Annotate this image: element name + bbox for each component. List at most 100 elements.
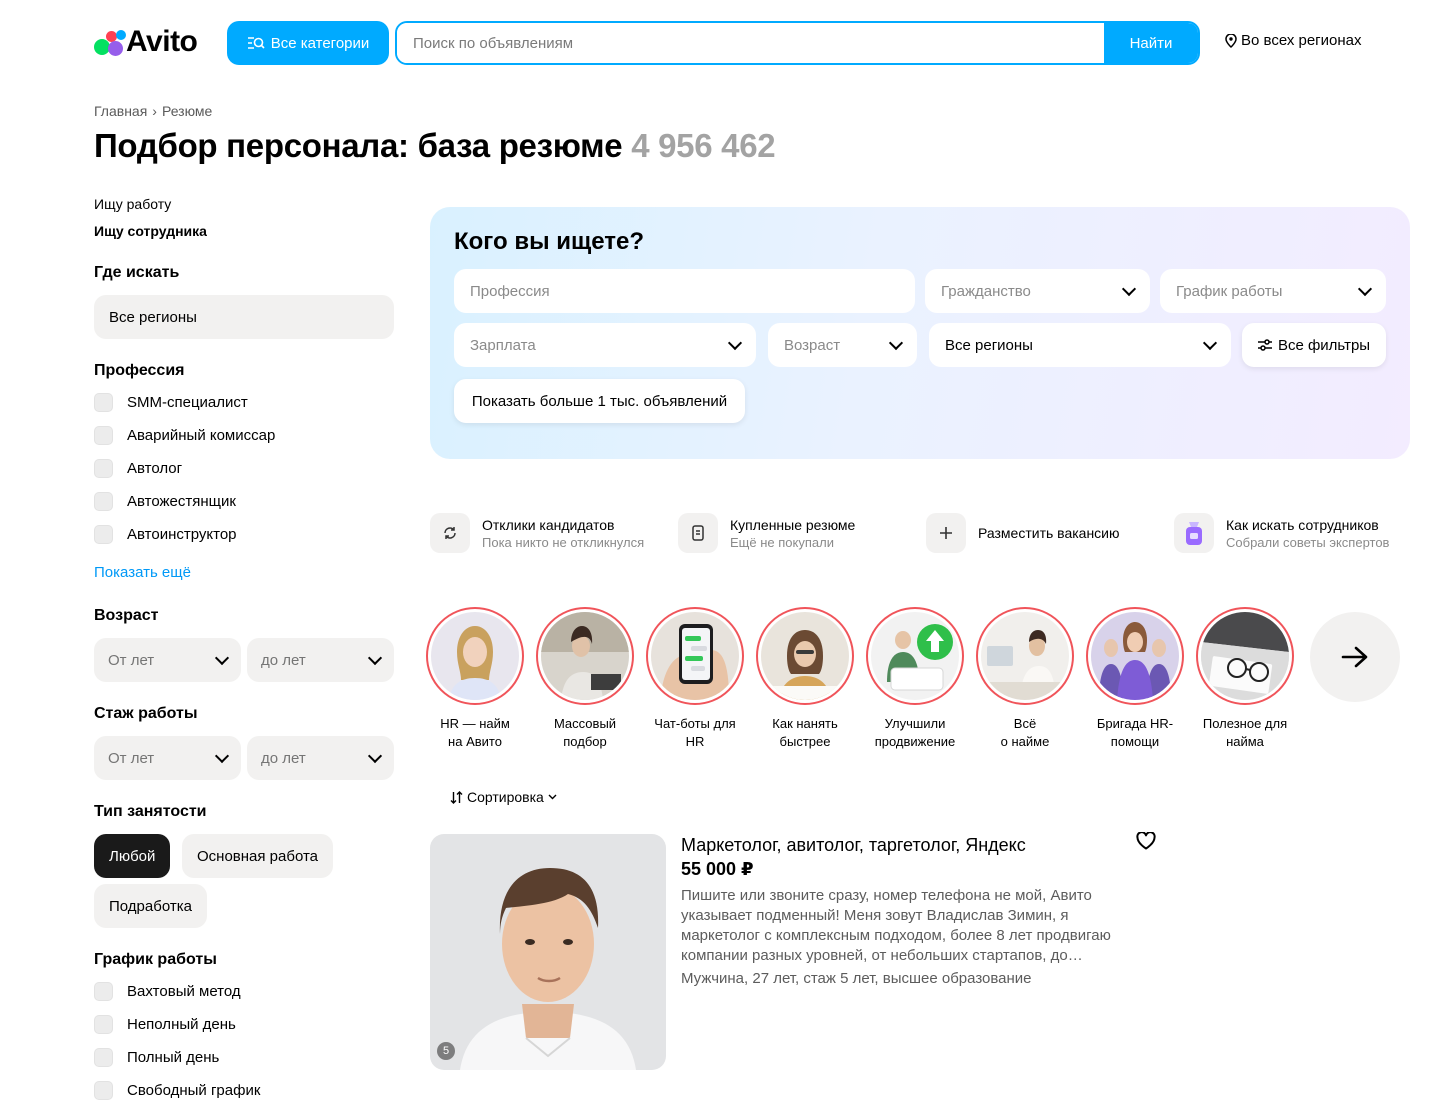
story-ring (756, 607, 854, 705)
breadcrumb-resume[interactable]: Резюме (162, 103, 212, 119)
all-categories-button[interactable]: Все категории (227, 21, 389, 65)
breadcrumb-home[interactable]: Главная (94, 103, 147, 119)
quick-action-post-vacancy[interactable]: Разместить вакансию (926, 513, 1120, 553)
logo-dots-icon (94, 27, 126, 57)
profession-label: Автоинструктор (127, 526, 237, 543)
region-selector[interactable]: Во всех регионах (1225, 32, 1362, 49)
checkbox[interactable] (94, 459, 113, 478)
experience-to-select[interactable]: до лет (247, 736, 394, 780)
profession-checkbox-instructor[interactable]: Автоинструктор (94, 525, 237, 544)
show-more-link[interactable]: Показать ещё (94, 564, 191, 581)
story-thumbnail (761, 612, 849, 700)
experience-from-label: От лет (108, 749, 155, 767)
stories-next-button[interactable] (1310, 612, 1400, 702)
breadcrumb: Главная › Резюме (94, 103, 212, 119)
qa-title: Купленные резюме (730, 516, 856, 533)
refresh-icon (430, 513, 470, 553)
badge-icon (1174, 513, 1214, 553)
sort-dropdown[interactable]: Сортировка (450, 789, 557, 805)
checkbox[interactable] (94, 1081, 113, 1100)
profession-checkbox-avitolog[interactable]: Автолог (94, 459, 182, 478)
story-about-hiring[interactable]: Всё о найме (976, 607, 1074, 751)
qa-title: Как искать сотрудников (1226, 516, 1379, 533)
experience-to-label: до лет (261, 749, 306, 767)
story-hr-brigade[interactable]: Бригада HR-помощи (1086, 607, 1184, 751)
story-hire-faster[interactable]: Как нанять быстрее (756, 607, 854, 751)
story-promotion-improved[interactable]: Улучшили продвижение (866, 607, 964, 751)
employment-chip-any[interactable]: Любой (94, 834, 171, 878)
page-title: Подбор персонала: база резюме 4 956 462 (94, 127, 776, 165)
chevron-down-icon (888, 335, 904, 350)
schedule-checkbox-shift[interactable]: Вахтовый метод (94, 982, 241, 1001)
schedule-label: Полный день (127, 1049, 220, 1066)
schedule-label: Неполный день (127, 1016, 236, 1033)
search-input[interactable] (397, 23, 1104, 63)
qa-title: Разместить вакансию (978, 525, 1120, 541)
age-title: Возраст (94, 607, 159, 624)
search-button[interactable]: Найти (1104, 23, 1198, 63)
checkbox[interactable] (94, 982, 113, 1001)
schedule-checkbox-flexible[interactable]: Свободный график (94, 1081, 260, 1100)
profession-checkbox-tinsmith[interactable]: Автожестянщик (94, 492, 236, 511)
schedule-checkbox-partial[interactable]: Неполный день (94, 1015, 236, 1034)
experience-title: Стаж работы (94, 705, 198, 722)
qa-subtitle: Пока никто не откликнулся (482, 534, 645, 550)
mode-looking-for-job[interactable]: Ищу работу (94, 196, 171, 212)
employment-chip-parttime[interactable]: Подработка (94, 884, 207, 928)
story-ring (646, 607, 744, 705)
profession-checkbox-smm[interactable]: SMM-специалист (94, 393, 248, 412)
experience-from-select[interactable]: От лет (94, 736, 241, 780)
chevron-down-icon (214, 650, 230, 665)
region-label: Во всех регионах (1241, 32, 1362, 49)
quick-action-responses[interactable]: Отклики кандидатов Пока никто не откликну… (430, 513, 644, 553)
schedule-select[interactable]: График работы (1160, 269, 1386, 313)
citizenship-select[interactable]: Гражданство (925, 269, 1150, 313)
story-label: Всё о найме (1000, 716, 1050, 749)
quick-action-bought[interactable]: Купленные резюме Ещё не покупали (678, 513, 855, 553)
avito-logo[interactable]: Avito (94, 25, 198, 59)
employment-chip-main[interactable]: Основная работа (182, 834, 334, 878)
filters-icon (1257, 339, 1272, 351)
age-to-select[interactable]: до лет (247, 638, 394, 682)
story-hr-hiring[interactable]: HR — найм на Авито (426, 607, 524, 751)
profession-checkbox-emergency[interactable]: Аварийный комиссар (94, 426, 275, 445)
mode-looking-for-employee[interactable]: Ищу сотрудника (94, 223, 207, 239)
chevron-down-icon (214, 748, 230, 763)
schedule-checkbox-full[interactable]: Полный день (94, 1048, 219, 1067)
hero-title: Кого вы ищете? (454, 228, 645, 255)
checkbox[interactable] (94, 1048, 113, 1067)
story-mass-hiring[interactable]: Массовый подбор (536, 607, 634, 751)
story-label: Как нанять быстрее (772, 716, 838, 749)
checkbox[interactable] (94, 1015, 113, 1034)
all-filters-button[interactable]: Все фильтры (1242, 323, 1386, 367)
where-select[interactable]: Все регионы (94, 295, 394, 339)
checkbox[interactable] (94, 492, 113, 511)
listing-title[interactable]: Маркетолог, авитолог, таргетолог, Яндекс (681, 835, 1026, 856)
story-useful-for-hiring[interactable]: Полезное для найма (1196, 607, 1294, 751)
story-ring (536, 607, 634, 705)
checkbox[interactable] (94, 393, 113, 412)
age-select[interactable]: Возраст (768, 323, 917, 367)
checkbox[interactable] (94, 426, 113, 445)
story-thumbnail (871, 612, 959, 700)
regions-select[interactable]: Все регионы (929, 323, 1231, 367)
schedule-label: Свободный график (127, 1082, 261, 1099)
listing-description: Пишите или звоните сразу, номер телефона… (681, 887, 1111, 964)
listing-photo[interactable] (430, 834, 666, 1070)
logo-text: Avito (126, 25, 198, 58)
profession-field[interactable]: Профессия (454, 269, 915, 313)
all-filters-label: Все фильтры (1277, 336, 1371, 354)
document-icon (678, 513, 718, 553)
show-results-button[interactable]: Показать больше 1 тыс. объявлений (454, 379, 745, 423)
citizenship-label: Гражданство (941, 282, 1031, 300)
salary-select[interactable]: Зарплата (454, 323, 756, 367)
profession-title: Профессия (94, 362, 185, 379)
story-thumbnail (541, 612, 629, 700)
favorite-heart-icon[interactable] (1136, 831, 1156, 855)
photo-count-badge: 5 (437, 1042, 455, 1060)
age-from-select[interactable]: От лет (94, 638, 241, 682)
quick-action-tips[interactable]: Как искать сотрудников Собрали советы экс… (1174, 513, 1389, 553)
chevron-down-icon (548, 794, 557, 800)
story-chatbots[interactable]: Чат-боты для HR (646, 607, 744, 751)
checkbox[interactable] (94, 525, 113, 544)
